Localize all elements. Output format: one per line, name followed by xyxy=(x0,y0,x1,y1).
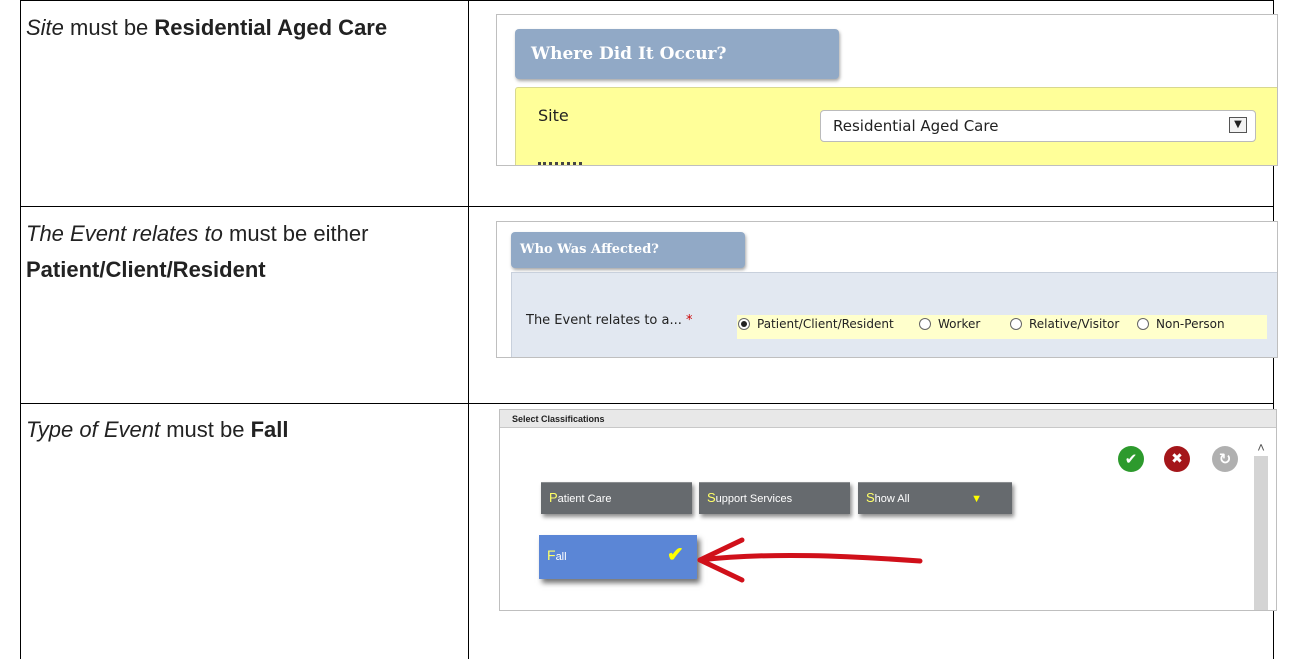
row1-description: Site must be Residential Aged Care xyxy=(26,10,456,46)
required-value: Residential Aged Care xyxy=(154,15,388,40)
event-relates-label: The Event relates to a... * xyxy=(526,313,693,328)
check-circle-icon[interactable]: ✔ xyxy=(1118,446,1144,472)
radio-selected-icon[interactable] xyxy=(738,318,750,330)
category-show-all-button[interactable]: Show All ▼ xyxy=(858,482,1012,514)
radio-label: Non-Person xyxy=(1156,317,1225,331)
radio-label: Worker xyxy=(938,317,981,331)
section-header: Who Was Affected? xyxy=(511,232,745,268)
undo-circle-icon[interactable]: ↻ xyxy=(1212,446,1238,472)
field-name: Type of Event xyxy=(26,417,161,442)
radio-label: Patient/Client/Resident xyxy=(757,317,894,331)
field-name: The Event relates to xyxy=(26,221,223,246)
scrollbar[interactable] xyxy=(1254,456,1268,610)
site-select-value: Residential Aged Care xyxy=(833,117,999,135)
radio-relative-visitor[interactable]: Relative/Visitor xyxy=(1010,317,1119,331)
where-did-it-occur-screenshot: Where Did It Occur? Site Residential Age… xyxy=(496,14,1278,166)
radio-non-person[interactable]: Non-Person xyxy=(1137,317,1225,331)
section-header: Where Did It Occur? xyxy=(515,29,839,79)
site-label: Site xyxy=(538,106,569,125)
category-patient-care-button[interactable]: Patient Care xyxy=(541,482,692,514)
radio-empty-icon[interactable] xyxy=(1010,318,1022,330)
select-classifications-screenshot: Select Classifications ✔ ✖ ↻ ˄ Patient C… xyxy=(499,409,1277,611)
connector-text: must be either xyxy=(222,221,369,246)
radio-empty-icon[interactable] xyxy=(919,318,931,330)
close-circle-icon[interactable]: ✖ xyxy=(1164,446,1190,472)
who-was-affected-screenshot: Who Was Affected? The Event relates to a… xyxy=(496,221,1278,358)
field-name: Site xyxy=(26,15,64,40)
row3-description: Type of Event must be Fall xyxy=(26,412,456,448)
section-header: Select Classifications xyxy=(500,410,1276,428)
radio-worker[interactable]: Worker xyxy=(919,317,980,331)
red-arrow-icon xyxy=(697,537,923,583)
event-relates-text: The Event relates to a... xyxy=(526,313,682,328)
fall-classification-button[interactable]: Fall ✔ xyxy=(539,535,697,579)
checkmark-icon: ✔ xyxy=(667,544,684,566)
required-value: Patient/Client/Resident xyxy=(26,257,266,282)
site-select[interactable]: Residential Aged Care ▼ xyxy=(820,110,1256,142)
required-value: Fall xyxy=(250,417,289,442)
location-label-cutoff xyxy=(538,158,598,165)
radio-empty-icon[interactable] xyxy=(1137,318,1149,330)
connector-text: must be xyxy=(63,15,155,40)
radio-label: Relative/Visitor xyxy=(1029,317,1120,331)
affected-form-panel: The Event relates to a... * Patient/Clie… xyxy=(511,272,1277,357)
row2-description: The Event relates to must be either Pati… xyxy=(26,216,456,288)
radio-patient[interactable]: Patient/Client/Resident xyxy=(738,317,894,331)
filter-icon[interactable]: ▼ xyxy=(971,484,982,514)
required-asterisk: * xyxy=(686,313,693,328)
scroll-up-icon[interactable]: ˄ xyxy=(1253,440,1269,456)
connector-text: must be xyxy=(160,417,251,442)
chevron-down-icon[interactable]: ▼ xyxy=(1229,117,1247,133)
site-form-panel: Site Residential Aged Care ▼ xyxy=(515,87,1277,165)
category-support-services-button[interactable]: Support Services xyxy=(699,482,850,514)
